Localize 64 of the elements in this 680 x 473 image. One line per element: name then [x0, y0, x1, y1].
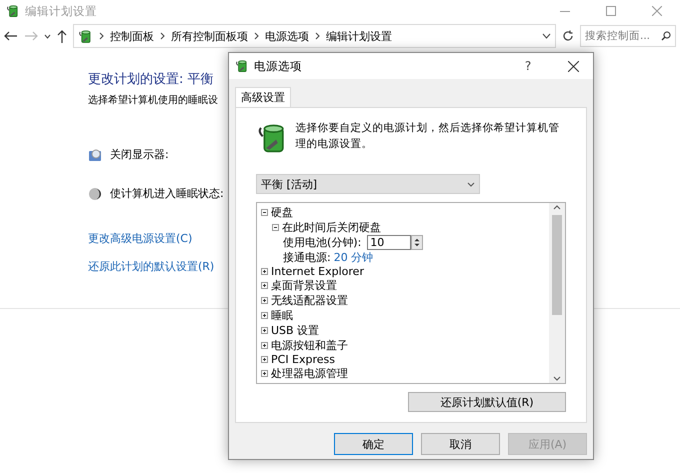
breadcrumb-item[interactable]: 编辑计划设置: [326, 28, 392, 44]
address-bar[interactable]: 控制面板 所有控制面板项 电源选项 编辑计划设置: [73, 24, 556, 48]
refresh-icon[interactable]: [562, 30, 574, 42]
chevron-right-icon: [99, 32, 104, 40]
search-icon[interactable]: [661, 31, 671, 41]
expand-icon[interactable]: [261, 297, 268, 304]
chevron-down-icon[interactable]: [44, 34, 51, 38]
chevron-right-icon: [315, 32, 320, 40]
intro-text: 选择你要自定义的电源计划，然后选择你希望计算机管理的电源设置。: [296, 121, 561, 152]
collapse-icon[interactable]: [261, 209, 268, 216]
window-title: 编辑计划设置: [25, 4, 98, 18]
tree-item[interactable]: 电源按钮和盖子: [271, 338, 348, 353]
dialog-button[interactable]: 确定: [334, 433, 413, 455]
restore-defaults-button[interactable]: 还原计划默认值(R): [408, 392, 566, 412]
tree-item[interactable]: USB 设置: [271, 323, 320, 338]
expand-icon[interactable]: [261, 268, 268, 275]
breadcrumb-item[interactable]: 控制面板: [110, 28, 154, 44]
expand-icon[interactable]: [261, 342, 268, 349]
back-arrow-icon[interactable]: [4, 31, 18, 41]
page-heading: 更改计划的设置: 平衡: [88, 71, 214, 88]
tree-item[interactable]: 硬盘: [271, 205, 293, 220]
setting-label: 关闭显示器:: [110, 147, 169, 162]
expand-icon[interactable]: [261, 356, 268, 363]
collapse-icon[interactable]: [272, 224, 279, 231]
expand-icon[interactable]: [261, 282, 268, 289]
page-subtitle: 选择希望计算机使用的睡眠设: [88, 94, 218, 107]
moon-icon: [88, 186, 102, 200]
tree-item[interactable]: Internet Explorer: [271, 265, 364, 278]
help-button[interactable]: ?: [508, 59, 548, 73]
tree-item[interactable]: 无线适配器设置: [271, 293, 348, 308]
minimize-icon[interactable]: [560, 10, 570, 12]
power-plan-icon: [235, 59, 249, 73]
search-field[interactable]: 搜索控制面...: [580, 25, 676, 47]
plan-dropdown[interactable]: 平衡 [活动]: [256, 174, 480, 194]
tree-item[interactable]: 在此时间后关闭硬盘: [282, 220, 381, 235]
maximize-icon[interactable]: [606, 6, 616, 16]
scrollbar[interactable]: [549, 203, 565, 383]
power-plan-icon: [6, 4, 20, 18]
tab[interactable]: 高级设置: [235, 87, 291, 107]
chevron-down-icon[interactable]: [467, 182, 475, 186]
setting-label: 使计算机进入睡眠状态:: [110, 186, 224, 201]
dialog-title: 电源选项: [254, 58, 303, 74]
close-icon[interactable]: [568, 60, 578, 72]
expand-icon[interactable]: [261, 370, 268, 377]
tree-item[interactable]: 处理器电源管理: [271, 366, 348, 381]
expand-icon[interactable]: [261, 312, 268, 319]
setting-label: 接通电源:: [283, 250, 331, 265]
minutes-field[interactable]: 10: [367, 235, 412, 250]
chevron-right-icon: [254, 32, 259, 40]
expand-icon[interactable]: [261, 327, 268, 334]
spin-buttons[interactable]: [411, 235, 424, 250]
setting-value-link[interactable]: 20 分钟: [334, 250, 374, 265]
tree-item[interactable]: 睡眠: [271, 308, 293, 323]
tree-item[interactable]: PCI Express: [271, 353, 336, 366]
monitor-icon: [88, 148, 102, 162]
tree-item[interactable]: 桌面背景设置: [271, 278, 337, 293]
dialog-button[interactable]: 取消: [421, 433, 500, 455]
chevron-down-icon[interactable]: [542, 33, 551, 39]
setting-label: 使用电池(分钟):: [283, 235, 362, 250]
up-arrow-icon[interactable]: [57, 30, 67, 42]
breadcrumb-item[interactable]: 所有控制面板项: [171, 28, 248, 44]
breadcrumb-item[interactable]: 电源选项: [265, 28, 309, 44]
power-plan-icon: [78, 28, 93, 44]
chevron-right-icon: [160, 32, 165, 40]
